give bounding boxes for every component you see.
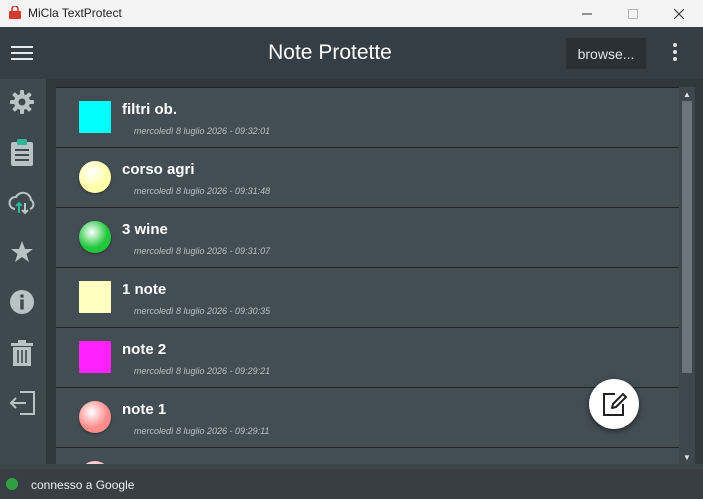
app-icon <box>9 6 21 19</box>
kebab-dot <box>673 43 677 47</box>
connection-status-icon <box>6 478 18 490</box>
note-title: 1 note <box>122 281 167 298</box>
window-title: MiCla TextProtect <box>28 6 122 20</box>
note-color-swatch <box>79 461 111 464</box>
gear-icon <box>10 90 34 114</box>
clipboard-icon <box>11 139 33 166</box>
scroll-down-button[interactable]: ▼ <box>679 450 695 464</box>
more-options-button[interactable] <box>667 43 683 63</box>
cloud-sync-icon <box>8 191 35 215</box>
sidebar-item-favorites[interactable] <box>6 236 38 268</box>
note-color-swatch <box>79 281 111 313</box>
info-icon <box>10 290 34 314</box>
note-row[interactable]: note 2 mercoledì 8 luglio 2026 - 09:29:2… <box>56 327 679 387</box>
scroll-thumb[interactable] <box>682 101 692 373</box>
note-date: mercoledì 8 luglio 2026 - 09:32:01 <box>134 126 271 136</box>
scroll-up-button[interactable]: ▲ <box>679 87 695 101</box>
sidebar-item-settings[interactable] <box>6 86 38 118</box>
note-row[interactable]: 3 wine mercoledì 8 luglio 2026 - 09:31:0… <box>56 207 679 267</box>
kebab-dot <box>673 50 677 54</box>
maximize-button[interactable] <box>610 0 656 27</box>
sidebar <box>0 79 46 464</box>
note-row[interactable]: filtri ob. mercoledì 8 luglio 2026 - 09:… <box>56 87 679 147</box>
note-date: mercoledì 8 luglio 2026 - 09:31:48 <box>134 186 271 196</box>
sidebar-item-clipboard[interactable] <box>6 137 38 169</box>
note-color-swatch <box>79 401 111 433</box>
close-button[interactable] <box>656 0 702 27</box>
sidebar-item-info[interactable] <box>6 286 38 318</box>
note-row[interactable]: note 1 mercoledì 8 luglio 2026 - 09:29:1… <box>56 387 679 447</box>
note-date: mercoledì 8 luglio 2026 - 09:31:07 <box>134 246 271 256</box>
note-date: mercoledì 8 luglio 2026 - 09:30:35 <box>134 306 271 316</box>
minimize-icon <box>582 13 592 14</box>
new-note-button[interactable] <box>589 379 639 429</box>
note-title: 3 wine <box>122 221 168 238</box>
note-date: mercoledì 8 luglio 2026 - 09:29:21 <box>134 366 271 376</box>
note-row[interactable]: 1 note mercoledì 8 luglio 2026 - 09:30:3… <box>56 267 679 327</box>
note-title: note 1 <box>122 401 167 418</box>
window-titlebar: MiCla TextProtect <box>0 0 703 27</box>
note-color-swatch <box>79 161 111 193</box>
note-title: filtri ob. <box>122 101 177 118</box>
app-header: Note Protette browse... <box>0 27 703 79</box>
browse-button[interactable]: browse... <box>566 38 646 69</box>
note-title: note 2 <box>122 341 167 358</box>
sidebar-item-logout[interactable] <box>6 387 38 419</box>
note-color-swatch <box>79 341 111 373</box>
minimize-button[interactable] <box>564 0 610 27</box>
vertical-scrollbar[interactable]: ▲ ▼ <box>679 87 695 464</box>
status-bar: connesso a Google <box>0 469 703 499</box>
sidebar-item-cloud-sync[interactable] <box>6 187 38 219</box>
maximize-icon <box>628 8 638 19</box>
sidebar-item-trash[interactable] <box>6 337 38 369</box>
close-icon <box>674 8 684 19</box>
note-row[interactable]: corso agri mercoledì 8 luglio 2026 - 09:… <box>56 147 679 207</box>
note-date: mercoledì 8 luglio 2026 - 09:29:11 <box>134 426 270 436</box>
trash-icon <box>11 340 33 366</box>
page-title: Note Protette <box>268 41 392 64</box>
note-color-swatch <box>79 221 111 253</box>
exit-icon <box>9 391 35 415</box>
note-title: corso agri <box>122 161 195 178</box>
status-text: connesso a Google <box>31 478 135 492</box>
note-color-swatch <box>79 101 111 133</box>
star-icon <box>11 241 33 262</box>
note-row[interactable] <box>56 447 679 464</box>
edit-note-icon <box>603 393 627 416</box>
kebab-dot <box>673 57 677 61</box>
